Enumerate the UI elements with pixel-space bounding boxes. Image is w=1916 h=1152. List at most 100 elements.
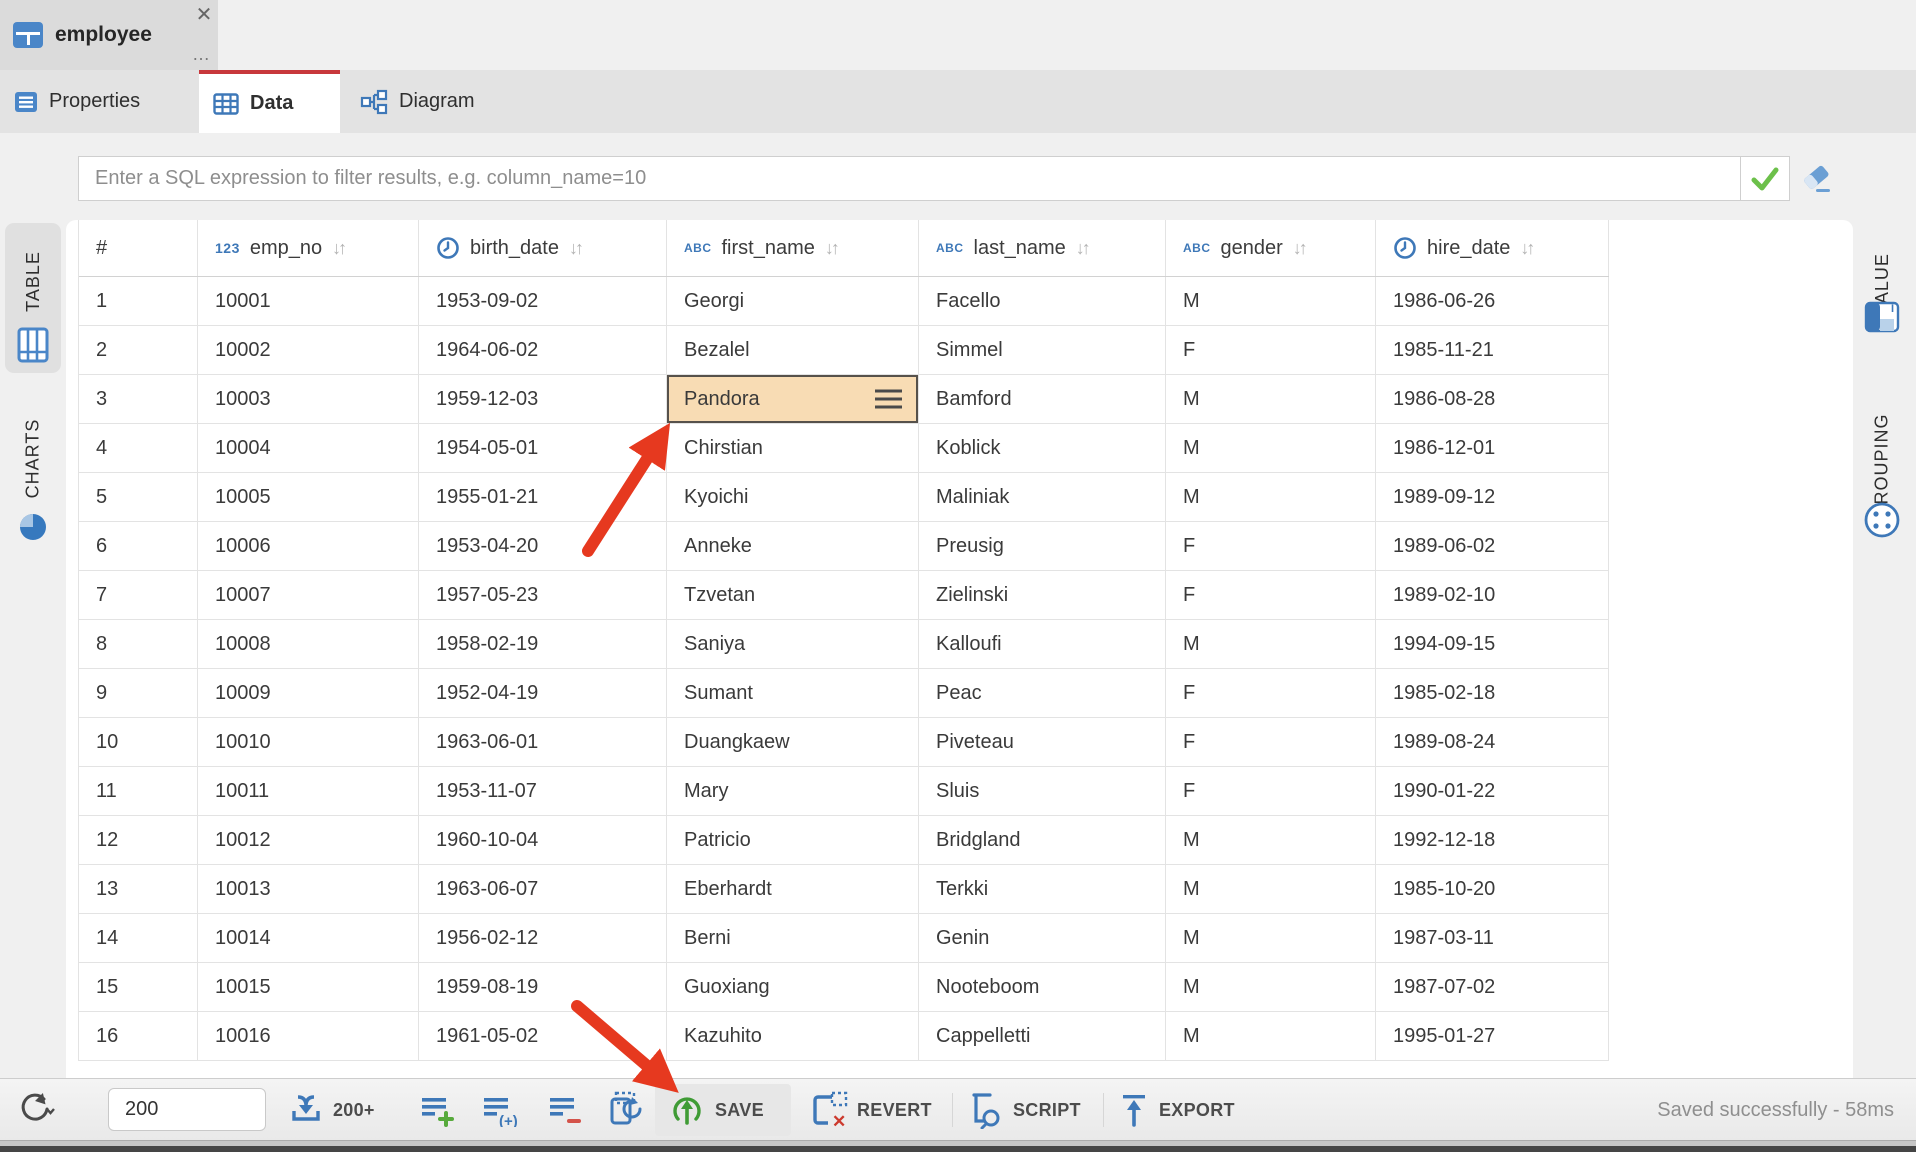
cell-last_name[interactable]: Simmel (919, 326, 1166, 374)
add-row-button[interactable] (420, 1079, 456, 1141)
cell-birth_date[interactable]: 1963-06-01 (419, 718, 667, 766)
cell-hire_date[interactable]: 1985-02-18 (1376, 669, 1609, 717)
sort-icon[interactable]: ↓↑ (1076, 238, 1100, 259)
cell-emp_no[interactable]: 10001 (198, 277, 419, 325)
cell-last_name[interactable]: Zielinski (919, 571, 1166, 619)
cell-num[interactable]: 14 (79, 914, 198, 962)
cell-gender[interactable]: F (1166, 669, 1376, 717)
column-header-gender[interactable]: ABCgender↓↑ (1166, 220, 1376, 276)
cell-birth_date[interactable]: 1961-05-02 (419, 1012, 667, 1060)
cell-hire_date[interactable]: 1989-02-10 (1376, 571, 1609, 619)
cell-emp_no[interactable]: 10004 (198, 424, 419, 472)
cell-birth_date[interactable]: 1958-02-19 (419, 620, 667, 668)
cell-last_name[interactable]: Maliniak (919, 473, 1166, 521)
cell-emp_no[interactable]: 10015 (198, 963, 419, 1011)
cell-last_name[interactable]: Nooteboom (919, 963, 1166, 1011)
close-tab-icon[interactable]: ✕ (192, 2, 216, 26)
cell-last_name[interactable]: Piveteau (919, 718, 1166, 766)
cell-birth_date[interactable]: 1959-12-03 (419, 375, 667, 423)
clear-filter-button[interactable] (1798, 160, 1836, 198)
cell-emp_no[interactable]: 10003 (198, 375, 419, 423)
column-header-first_name[interactable]: ABCfirst_name↓↑ (667, 220, 919, 276)
cell-birth_date[interactable]: 1956-02-12 (419, 914, 667, 962)
cell-hire_date[interactable]: 1985-11-21 (1376, 326, 1609, 374)
cell-first_name[interactable]: Kyoichi (667, 473, 919, 521)
cell-gender[interactable]: F (1166, 571, 1376, 619)
cell-num[interactable]: 7 (79, 571, 198, 619)
cell-emp_no[interactable]: 10011 (198, 767, 419, 815)
cell-first_name[interactable]: Kazuhito (667, 1012, 919, 1060)
column-header-birth_date[interactable]: birth_date↓↑ (419, 220, 667, 276)
cell-emp_no[interactable]: 10013 (198, 865, 419, 913)
cell-last_name[interactable]: Peac (919, 669, 1166, 717)
sort-icon[interactable]: ↓↑ (1520, 238, 1544, 259)
cell-birth_date[interactable]: 1955-01-21 (419, 473, 667, 521)
cell-emp_no[interactable]: 10016 (198, 1012, 419, 1060)
cell-first_name[interactable]: Patricio (667, 816, 919, 864)
export-button[interactable]: EXPORT (1118, 1079, 1235, 1141)
tab-diagram[interactable]: Diagram (346, 70, 526, 133)
cell-first_name[interactable]: Guoxiang (667, 963, 919, 1011)
edit-cell-button[interactable] (606, 1079, 646, 1141)
cell-birth_date[interactable]: 1957-05-23 (419, 571, 667, 619)
cell-num[interactable]: 11 (79, 767, 198, 815)
fetch-size-input[interactable] (108, 1088, 266, 1131)
delete-row-button[interactable] (548, 1079, 584, 1141)
cell-hire_date[interactable]: 1989-06-02 (1376, 522, 1609, 570)
cell-gender[interactable]: M (1166, 1012, 1376, 1060)
cell-last_name[interactable]: Sluis (919, 767, 1166, 815)
cell-first_name[interactable]: Chirstian (667, 424, 919, 472)
cell-num[interactable]: 4 (79, 424, 198, 472)
cell-emp_no[interactable]: 10014 (198, 914, 419, 962)
cell-hire_date[interactable]: 1985-10-20 (1376, 865, 1609, 913)
sort-icon[interactable]: ↓↑ (1293, 238, 1317, 259)
cell-first_name[interactable]: Sumant (667, 669, 919, 717)
cell-num[interactable]: 6 (79, 522, 198, 570)
cell-last_name[interactable]: Cappelletti (919, 1012, 1166, 1060)
cell-num[interactable]: 9 (79, 669, 198, 717)
cell-first_name[interactable]: Berni (667, 914, 919, 962)
cell-last_name[interactable]: Facello (919, 277, 1166, 325)
sql-filter-input[interactable] (78, 156, 1740, 201)
cell-emp_no[interactable]: 10007 (198, 571, 419, 619)
cell-gender[interactable]: M (1166, 963, 1376, 1011)
cell-hire_date[interactable]: 1987-07-02 (1376, 963, 1609, 1011)
cell-gender[interactable]: M (1166, 620, 1376, 668)
cell-num[interactable]: 2 (79, 326, 198, 374)
cell-birth_date[interactable]: 1952-04-19 (419, 669, 667, 717)
cell-hire_date[interactable]: 1989-08-24 (1376, 718, 1609, 766)
cell-last_name[interactable]: Preusig (919, 522, 1166, 570)
cell-gender[interactable]: M (1166, 865, 1376, 913)
selected-cell-first_name[interactable]: Pandora (667, 375, 919, 423)
cell-num[interactable]: 3 (79, 375, 198, 423)
cell-first_name[interactable]: Georgi (667, 277, 919, 325)
cell-emp_no[interactable]: 10006 (198, 522, 419, 570)
cell-last_name[interactable]: Bridgland (919, 816, 1166, 864)
cell-first_name[interactable]: Duangkaew (667, 718, 919, 766)
cell-birth_date[interactable]: 1954-05-01 (419, 424, 667, 472)
cell-hire_date[interactable]: 1989-09-12 (1376, 473, 1609, 521)
rail-tab-value[interactable]: VALUE I (1858, 228, 1906, 346)
cell-hire_date[interactable]: 1986-08-28 (1376, 375, 1609, 423)
cell-hire_date[interactable]: 1987-03-11 (1376, 914, 1609, 962)
cell-num[interactable]: 15 (79, 963, 198, 1011)
sort-icon[interactable]: ↓↑ (332, 238, 356, 259)
cell-first_name[interactable]: Tzvetan (667, 571, 919, 619)
cell-birth_date[interactable]: 1953-04-20 (419, 522, 667, 570)
cell-gender[interactable]: F (1166, 326, 1376, 374)
cell-emp_no[interactable]: 10010 (198, 718, 419, 766)
tab-data[interactable]: Data (199, 70, 340, 133)
column-header-num[interactable]: # (79, 220, 198, 276)
cell-emp_no[interactable]: 10012 (198, 816, 419, 864)
cell-first_name[interactable]: Anneke (667, 522, 919, 570)
column-header-last_name[interactable]: ABClast_name↓↑ (919, 220, 1166, 276)
cell-gender[interactable]: M (1166, 914, 1376, 962)
cell-birth_date[interactable]: 1963-06-07 (419, 865, 667, 913)
cell-gender[interactable]: F (1166, 718, 1376, 766)
sort-icon[interactable]: ↓↑ (825, 238, 849, 259)
cell-num[interactable]: 1 (79, 277, 198, 325)
column-header-emp_no[interactable]: 123emp_no↓↑ (198, 220, 419, 276)
fetch-next-page-button[interactable]: 200+ (288, 1079, 375, 1141)
cell-num[interactable]: 8 (79, 620, 198, 668)
cell-last_name[interactable]: Bamford (919, 375, 1166, 423)
